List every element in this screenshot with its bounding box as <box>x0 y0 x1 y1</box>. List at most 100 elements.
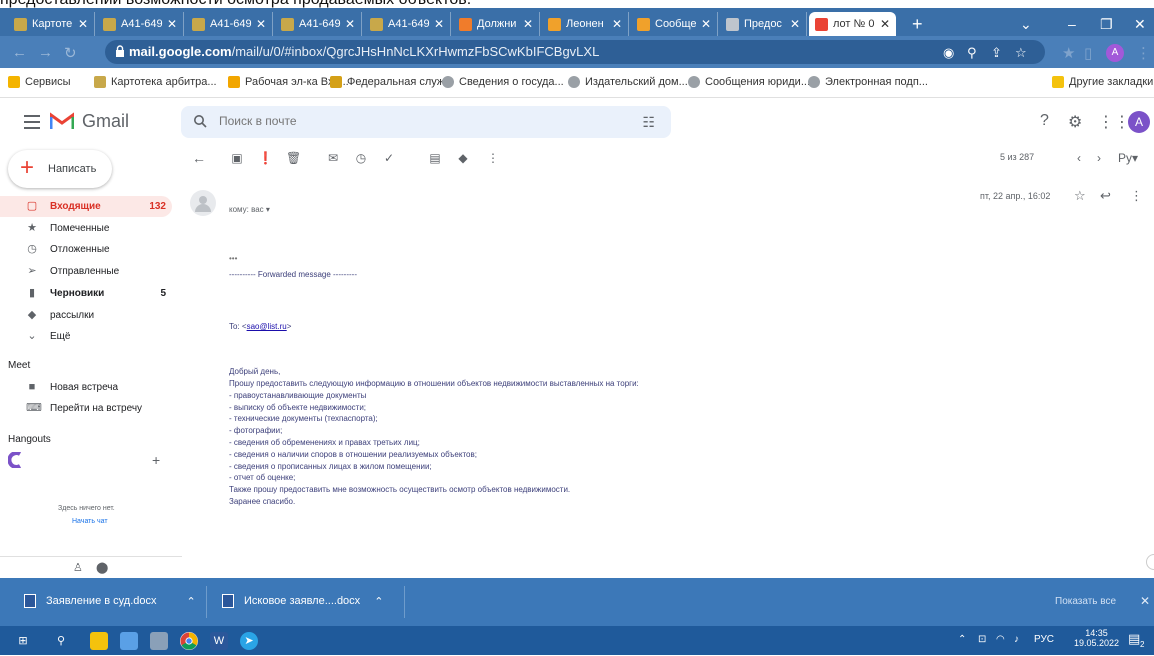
browser-tab[interactable]: Леонен ✕ <box>542 12 629 36</box>
close-tab-icon[interactable]: ✕ <box>612 17 622 31</box>
chat-bubble-icon[interactable]: ⬤ <box>96 561 108 574</box>
add-task-icon[interactable]: ✓ <box>382 151 396 165</box>
close-tab-icon[interactable]: ✕ <box>256 17 266 31</box>
close-tab-icon[interactable]: ✕ <box>167 17 177 31</box>
profile-avatar[interactable]: A <box>1106 44 1124 62</box>
search-options-icon[interactable]: ☷ <box>642 114 655 131</box>
trimmed-content-toggle[interactable]: ••• <box>229 254 237 263</box>
close-tab-icon[interactable]: ✕ <box>523 17 533 31</box>
close-tab-icon[interactable]: ✕ <box>78 17 88 31</box>
mail-app-icon[interactable] <box>120 632 138 650</box>
download-item[interactable]: Исковое заявле....docx ⌃ <box>222 594 383 608</box>
recipient-dropdown[interactable]: кому: вас ▾ <box>229 205 270 214</box>
reload-icon[interactable]: ↻ <box>64 44 77 62</box>
search-icon[interactable] <box>193 114 207 128</box>
side-panel-toggle[interactable] <box>1146 554 1154 570</box>
more-options-icon[interactable]: ⋮ <box>486 151 500 165</box>
share-icon[interactable]: ⇪ <box>991 45 1002 61</box>
sidebar-item[interactable]: ◆ рассылки <box>0 305 172 326</box>
close-downloads-icon[interactable]: ✕ <box>1140 594 1150 608</box>
browser-tab[interactable]: А41-649 ✕ <box>97 12 184 36</box>
show-all-downloads[interactable]: Показать все <box>1055 596 1116 607</box>
meet-item[interactable]: ■ Новая встреча <box>0 377 172 398</box>
bookmark-item[interactable]: Картотека арбитра... <box>94 76 217 88</box>
sidebar-item[interactable]: ★ Помеченные <box>0 218 172 239</box>
browser-tab[interactable]: А41-649 ✕ <box>275 12 362 36</box>
help-icon[interactable]: ? <box>1040 112 1049 130</box>
file-explorer-icon[interactable] <box>90 632 108 650</box>
bookmark-star-icon[interactable]: ☆ <box>1015 45 1027 61</box>
snooze-icon[interactable]: ◷ <box>354 151 368 165</box>
newer-icon[interactable]: ‹ <box>1072 151 1086 165</box>
start-chat-link[interactable]: Начать чат <box>72 518 108 525</box>
forward-icon[interactable]: → <box>38 44 53 61</box>
settings-gear-icon[interactable]: ⚙ <box>1068 112 1082 132</box>
older-icon[interactable]: › <box>1092 151 1106 165</box>
sidebar-item[interactable]: ⌄ Ещё <box>0 326 172 347</box>
browser-tab[interactable]: Картоте ✕ <box>8 12 95 36</box>
windows-start-icon[interactable]: ⊞ <box>14 632 32 650</box>
close-tab-icon[interactable]: ✕ <box>701 17 711 31</box>
chrome-icon[interactable] <box>180 632 198 650</box>
search-icon[interactable]: ⚲ <box>52 632 70 650</box>
browser-tab[interactable]: А41-649 ✕ <box>186 12 273 36</box>
sidebar-item[interactable]: ◷ Отложенные <box>0 239 172 260</box>
browser-tab[interactable]: А41-649 ✕ <box>364 12 451 36</box>
label-icon[interactable]: ◆ <box>456 151 470 165</box>
mark-unread-icon[interactable]: ✉ <box>326 151 340 165</box>
browser-tab[interactable]: лот № 0 ✕ <box>809 12 896 36</box>
hangouts-user-icon[interactable] <box>8 452 22 468</box>
eye-icon[interactable]: ◉ <box>943 45 954 61</box>
download-item[interactable]: Заявление в суд.docx ⌃ <box>24 594 196 608</box>
minimize-icon[interactable]: – <box>1068 16 1076 32</box>
tray-chevron-icon[interactable]: ⌃ <box>958 634 966 645</box>
account-avatar[interactable]: A <box>1128 111 1150 133</box>
clock[interactable]: 14:35 19.05.2022 <box>1074 628 1119 648</box>
contacts-icon[interactable]: ♙ <box>73 561 83 574</box>
bookmark-item[interactable]: Сведения о госуда... <box>442 76 564 88</box>
zoom-icon[interactable]: ⚲ <box>967 45 977 61</box>
menu-icon[interactable]: ⋮ <box>1136 44 1151 62</box>
restore-icon[interactable]: ❐ <box>1100 16 1113 33</box>
star-icon[interactable]: ☆ <box>1074 188 1086 204</box>
archive-icon[interactable]: ▣ <box>230 151 244 165</box>
bookmark-item[interactable]: Федеральная служ... <box>330 76 453 88</box>
compose-button[interactable]: + Написать <box>8 150 112 188</box>
main-menu-icon[interactable] <box>24 115 40 133</box>
close-tab-icon[interactable]: ✕ <box>345 17 355 31</box>
close-tab-icon[interactable]: ✕ <box>790 17 800 31</box>
report-spam-icon[interactable]: ❗ <box>258 151 273 165</box>
tab-search-icon[interactable]: ⌄ <box>1020 16 1032 33</box>
bookmark-item[interactable]: Сервисы <box>8 76 71 88</box>
new-tab-button[interactable]: + <box>906 12 932 36</box>
sidebar-item[interactable]: ➢ Отправленные <box>0 261 172 282</box>
telegram-icon[interactable]: ➤ <box>240 632 258 650</box>
input-tools-icon[interactable]: Pу▾ <box>1114 151 1142 165</box>
sidepanel-icon[interactable]: ▯ <box>1084 44 1092 62</box>
word-app-icon[interactable]: W <box>210 632 228 650</box>
back-icon[interactable]: ← <box>12 44 27 61</box>
back-to-inbox-icon[interactable]: ← <box>192 151 206 165</box>
email-link[interactable]: sao@list.ru <box>247 322 287 331</box>
message-more-icon[interactable]: ⋮ <box>1130 188 1143 204</box>
wifi-icon[interactable]: ◠ <box>996 634 1005 645</box>
meet-item[interactable]: ⌨ Перейти на встречу <box>0 398 172 419</box>
browser-tab[interactable]: Предос ✕ <box>720 12 807 36</box>
close-tab-icon[interactable]: ✕ <box>880 17 890 31</box>
url-bar[interactable]: mail.google.com/mail/u/0/#inbox/QgrcJHsH… <box>105 40 1045 64</box>
language-indicator[interactable]: РУС <box>1034 634 1054 645</box>
calculator-icon[interactable] <box>150 632 168 650</box>
chevron-up-icon[interactable]: ⌃ <box>374 595 383 608</box>
search-bar[interactable]: ☷ <box>181 106 671 138</box>
close-tab-icon[interactable]: ✕ <box>434 17 444 31</box>
notifications-icon[interactable]: ▤ <box>1128 631 1140 647</box>
browser-tab[interactable]: Сообще ✕ <box>631 12 718 36</box>
move-to-icon[interactable]: ▤ <box>428 151 442 165</box>
sidebar-item[interactable]: ▢ Входящие 132 <box>0 196 172 217</box>
extension-icon[interactable]: ★ <box>1062 44 1075 62</box>
sidebar-item[interactable]: ▮ Черновики 5 <box>0 283 172 304</box>
browser-tab[interactable]: Должни ✕ <box>453 12 540 36</box>
volume-icon[interactable]: ♪ <box>1014 634 1019 645</box>
reply-icon[interactable]: ↩ <box>1100 188 1111 204</box>
bookmark-item[interactable]: Электронная подп... <box>808 76 928 88</box>
